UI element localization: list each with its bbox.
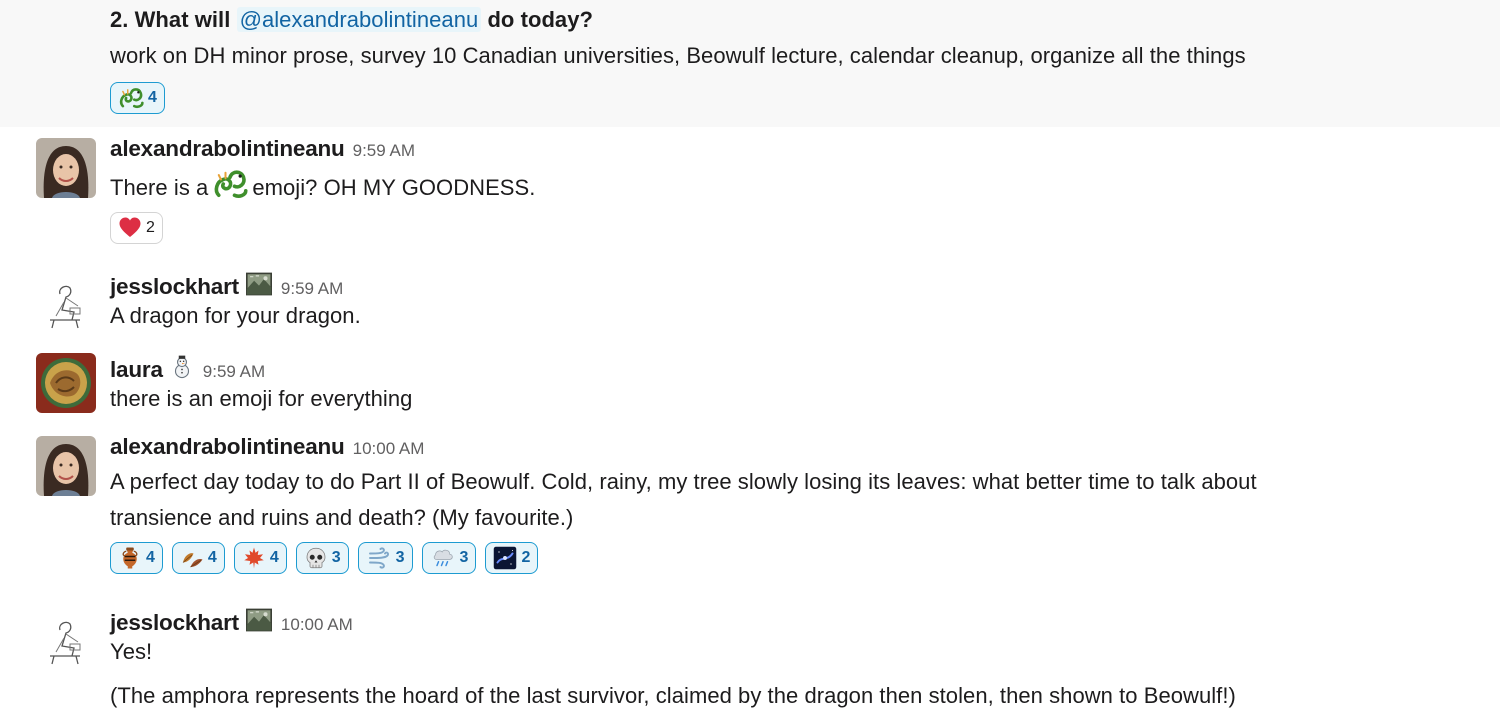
avatar[interactable] [36,353,96,413]
message-text: work on DH minor prose, survey 10 Canadi… [110,43,1246,68]
wind-icon [366,546,392,570]
reaction-count: 4 [207,549,217,566]
message-item[interactable]: jesslockhart 9:59 AM A dragon for your d… [0,268,1500,340]
reaction-skull[interactable]: 3 [295,542,349,574]
message-text: (The amphora represents the hoard of the… [110,683,1236,708]
message-standup[interactable]: 2. What will @alexandrabolintineanu do t… [0,0,1500,127]
author-name[interactable]: alexandrabolintineanu [110,434,345,460]
reaction-bar: 4 4 4 3 3 3 2 [110,542,1440,574]
message-text: transience and ruins and death? (My favo… [110,505,574,530]
message-item[interactable]: laura 9:59 AM there is an emoji for ever… [0,351,1500,423]
avatar[interactable] [36,606,96,666]
reaction-dragon[interactable]: 4 [110,82,165,114]
message-text: Yes! [110,639,153,664]
message-text-start: There is a [110,175,209,200]
user-photo-avatar [36,138,96,198]
reaction-rain-cloud[interactable]: 3 [421,542,477,574]
sketch-avatar [36,606,96,666]
reaction-maple-leaf[interactable]: 4 [233,542,287,574]
snowman-icon [169,354,195,380]
reaction-count: 3 [331,549,341,566]
author-name[interactable]: jesslockhart [110,610,239,636]
reaction-bar: 2 [110,212,1440,244]
reaction-count: 2 [146,219,155,236]
message-text: there is an emoji for everything [110,386,413,411]
galaxy-icon [493,546,517,570]
author-name[interactable]: alexandrabolintineanu [110,136,345,162]
rain-cloud-icon [430,546,456,570]
reaction-count: 3 [459,549,469,566]
message-header: laura 9:59 AM [110,351,1440,383]
dragon-icon [118,85,144,111]
reaction-bar: 4 [110,82,1440,114]
maple-leaf-icon [242,546,266,570]
message-header: alexandrabolintineanu 10:00 AM [110,434,1440,464]
message-text: A dragon for your dragon. [110,303,361,328]
mention-link[interactable]: @alexandrabolintineanu [236,7,482,32]
reaction-count: 3 [395,549,405,566]
landscape-icon [245,271,273,297]
landscape-icon [245,607,273,633]
dragon-icon [212,166,248,202]
reaction-galaxy[interactable]: 2 [485,542,539,574]
reaction-amphora[interactable]: 4 [110,542,163,574]
avatar[interactable] [36,138,96,198]
message-text-end: emoji? OH MY GOODNESS. [252,175,536,200]
heart-icon [118,216,142,240]
message-header: jesslockhart 9:59 AM [110,268,1440,300]
user-photo-avatar [36,436,96,496]
author-name[interactable]: laura [110,357,163,383]
message-header: jesslockhart 10:00 AM [110,604,1440,636]
message-text: A perfect day today to do Part II of Beo… [110,469,1257,494]
avatar[interactable] [36,270,96,330]
reaction-wind[interactable]: 3 [357,542,413,574]
message-text-line: 2. What will @alexandrabolintineanu do t… [110,2,1440,38]
message-item[interactable]: alexandrabolintineanu 10:00 AM A perfect… [0,434,1500,594]
reaction-count: 4 [146,549,155,566]
reaction-count: 4 [269,549,279,566]
reaction-count: 4 [148,89,157,106]
message-header: alexandrabolintineanu 9:59 AM [110,136,1440,166]
skull-icon [304,546,328,570]
reaction-count: 2 [521,549,531,566]
reaction-fallen-leaf[interactable]: 4 [171,542,225,574]
message-prompt-start: 2. What will [110,7,237,32]
timestamp[interactable]: 9:59 AM [353,141,415,161]
timestamp[interactable]: 10:00 AM [353,439,425,459]
avatar[interactable] [36,436,96,496]
message-item[interactable]: alexandrabolintineanu 9:59 AM There is a… [0,136,1500,254]
sketch-avatar [36,270,96,330]
timestamp[interactable]: 9:59 AM [281,279,343,299]
message-prompt-end: do today? [481,7,593,32]
illuminated-avatar [36,353,96,413]
timestamp[interactable]: 10:00 AM [281,615,353,635]
reaction-heart[interactable]: 2 [110,212,163,244]
fallen-leaf-icon [180,546,204,570]
message-item[interactable]: jesslockhart 10:00 AM Yes! (The amphora … [0,604,1500,720]
timestamp[interactable]: 9:59 AM [203,362,265,382]
message-text: There is a emoji? OH MY GOODNESS. [110,166,1440,206]
amphora-icon [118,546,142,570]
author-name[interactable]: jesslockhart [110,274,239,300]
